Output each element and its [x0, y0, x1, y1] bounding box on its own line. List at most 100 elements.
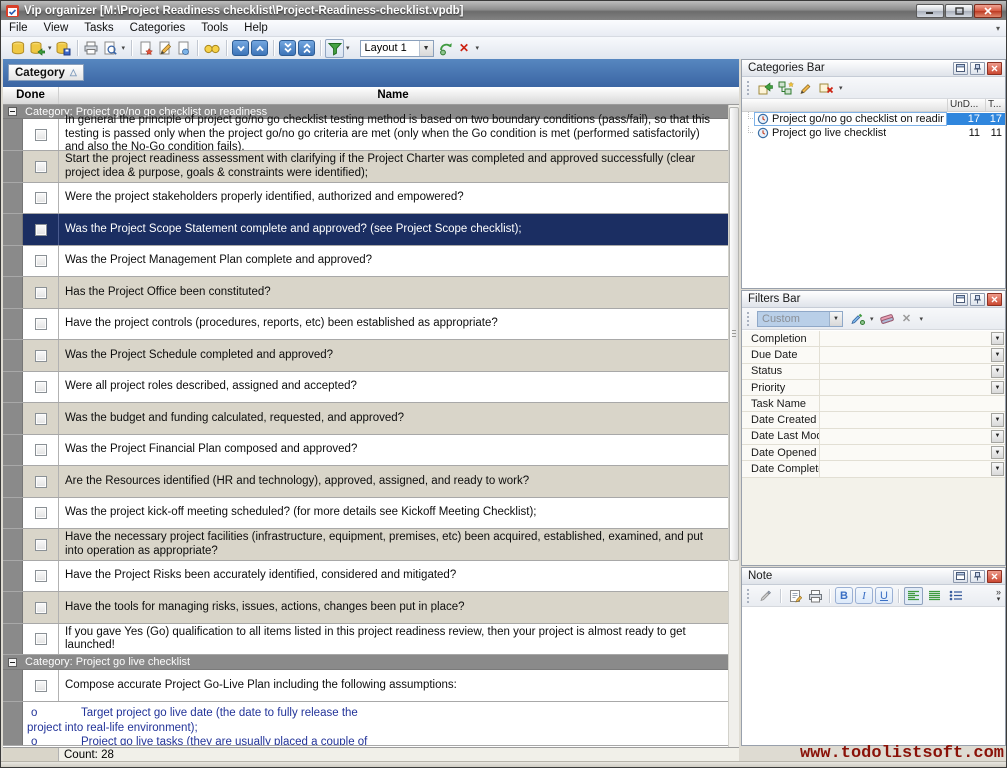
menu-file[interactable]: File [1, 21, 36, 35]
task-checkbox[interactable] [35, 129, 47, 141]
minimize-button[interactable] [916, 4, 944, 18]
categories-toolbar-overflow-icon[interactable]: ▾ [837, 84, 845, 92]
filter-dropdown-icon[interactable]: ▼ [991, 430, 1004, 443]
filter-value-input[interactable] [820, 380, 990, 395]
move-down-button[interactable] [231, 39, 250, 58]
filter-value-input[interactable] [820, 364, 990, 379]
print-button[interactable] [82, 39, 101, 58]
edit-task-button[interactable] [155, 39, 174, 58]
filter-value-input[interactable] [820, 412, 990, 427]
task-checkbox[interactable] [35, 287, 47, 299]
task-checkbox[interactable] [35, 192, 47, 204]
add-subcategory-button[interactable] [777, 79, 795, 97]
align-left-button[interactable] [904, 587, 923, 605]
filter-dropdown-icon[interactable]: ▼ [991, 462, 1004, 475]
delete-category-button[interactable] [817, 79, 835, 97]
column-header-total[interactable]: T... [985, 99, 1005, 111]
save-note-button[interactable] [757, 587, 775, 605]
task-row[interactable]: If you gave Yes (Go) qualification to al… [3, 624, 728, 655]
menu-tasks[interactable]: Tasks [76, 21, 121, 35]
task-checkbox[interactable] [35, 381, 47, 393]
scrollbar-thumb[interactable] [729, 107, 739, 561]
group-by-category-button[interactable]: Category △ [8, 64, 84, 81]
task-checkbox[interactable] [35, 350, 47, 362]
print-preview-button[interactable] [101, 39, 120, 58]
filter-row[interactable]: Task Name [742, 396, 1005, 412]
task-row[interactable]: Have the Project Risks been accurately i… [3, 561, 728, 592]
menu-view[interactable]: View [36, 21, 77, 35]
menu-categories[interactable]: Categories [122, 21, 194, 35]
task-row[interactable]: In general the principle of project go/n… [3, 119, 728, 151]
filter-row[interactable]: Date Completed▼ [742, 461, 1005, 477]
category-label-cell[interactable]: Project go live checklist [754, 126, 947, 140]
filter-value-input[interactable] [820, 347, 990, 362]
column-header-name[interactable]: Name [59, 87, 727, 104]
task-row[interactable]: Are the Resources identified (HR and tec… [3, 466, 728, 498]
filter-row[interactable]: Priority▼ [742, 380, 1005, 396]
task-checkbox[interactable] [35, 413, 47, 425]
insert-object-button[interactable] [786, 587, 804, 605]
task-checkbox[interactable] [35, 224, 47, 236]
menu-help[interactable]: Help [236, 21, 276, 35]
menu-tools[interactable]: Tools [193, 21, 236, 35]
category-tree-item[interactable]: Project go live checklist1111 [742, 126, 1005, 140]
filters-toolbar-overflow-icon[interactable]: ▾ [918, 315, 926, 323]
filter-value-input[interactable] [820, 331, 990, 346]
filters-close-icon[interactable] [987, 293, 1002, 306]
task-row[interactable]: Have the project controls (procedures, r… [3, 309, 728, 340]
task-row[interactable]: Was the Project Scope Statement complete… [3, 214, 728, 246]
filter-row[interactable]: Date Opened▼ [742, 445, 1005, 461]
delete-task-button[interactable] [174, 39, 193, 58]
note-pin-icon[interactable] [970, 570, 985, 583]
task-row[interactable]: Was the Project Financial Plan composed … [3, 435, 728, 466]
add-category-button[interactable] [757, 79, 775, 97]
task-checkbox[interactable] [35, 539, 47, 551]
categories-close-icon[interactable] [987, 62, 1002, 75]
new-task-button[interactable] [136, 39, 155, 58]
task-row[interactable]: Has the Project Office been constituted? [3, 277, 728, 309]
move-to-bottom-button[interactable] [278, 39, 297, 58]
bold-button[interactable]: B [835, 587, 853, 604]
task-checkbox[interactable] [35, 602, 47, 614]
category-group-row[interactable]: Category: Project go live checklist [3, 655, 728, 670]
note-restore-icon[interactable] [953, 570, 968, 583]
filter-dropdown-icon[interactable]: ▼ [991, 381, 1004, 394]
filter-row[interactable]: Date Last Modified▼ [742, 429, 1005, 445]
filters-restore-icon[interactable] [953, 293, 968, 306]
print-note-button[interactable] [806, 587, 824, 605]
open-database-dropdown-icon[interactable]: ▾ [46, 44, 54, 52]
print-preview-dropdown-icon[interactable]: ▾ [120, 44, 128, 52]
maximize-button[interactable] [945, 4, 973, 18]
task-row[interactable]: Have the tools for managing risks, issue… [3, 592, 728, 624]
task-row[interactable]: oTarget project go live date (the date t… [3, 702, 728, 746]
open-database-button[interactable] [27, 39, 46, 58]
task-checkbox[interactable] [35, 318, 47, 330]
save-database-button[interactable] [54, 39, 73, 58]
filter-dropdown-icon[interactable]: ▾ [344, 44, 352, 52]
task-row[interactable]: Was the project kick-off meeting schedul… [3, 498, 728, 529]
task-row[interactable]: Have the necessary project facilities (i… [3, 529, 728, 561]
collapse-icon[interactable] [8, 658, 17, 667]
edit-category-button[interactable] [797, 79, 815, 97]
column-header-undone[interactable]: UnD... [947, 99, 985, 111]
italic-button[interactable]: I [855, 587, 873, 604]
note-toolbar-overflow-icon[interactable]: »▾ [996, 589, 1005, 603]
column-header-done[interactable]: Done [3, 87, 59, 104]
collapse-icon[interactable] [8, 107, 17, 116]
filter-dropdown-icon[interactable]: ▼ [991, 332, 1004, 345]
filter-value-input[interactable] [820, 429, 990, 444]
layout-combobox-dropdown-icon[interactable]: ▼ [419, 41, 433, 56]
task-row[interactable]: Was the Project Management Plan complete… [3, 246, 728, 277]
filter-value-input[interactable] [820, 445, 990, 460]
task-checkbox[interactable] [35, 507, 47, 519]
task-row[interactable]: Was the Project Schedule completed and a… [3, 340, 728, 372]
vertical-scrollbar[interactable] [728, 105, 739, 747]
task-row[interactable]: Were the project stakeholders properly i… [3, 183, 728, 214]
task-checkbox[interactable] [35, 570, 47, 582]
note-editor[interactable] [742, 608, 1005, 745]
filter-preset-combobox[interactable]: Custom ▼ [757, 311, 843, 327]
delete-filter-button[interactable]: ✕ [898, 310, 916, 328]
note-close-icon[interactable] [987, 570, 1002, 583]
task-checkbox[interactable] [35, 680, 47, 692]
close-button[interactable] [974, 4, 1002, 18]
